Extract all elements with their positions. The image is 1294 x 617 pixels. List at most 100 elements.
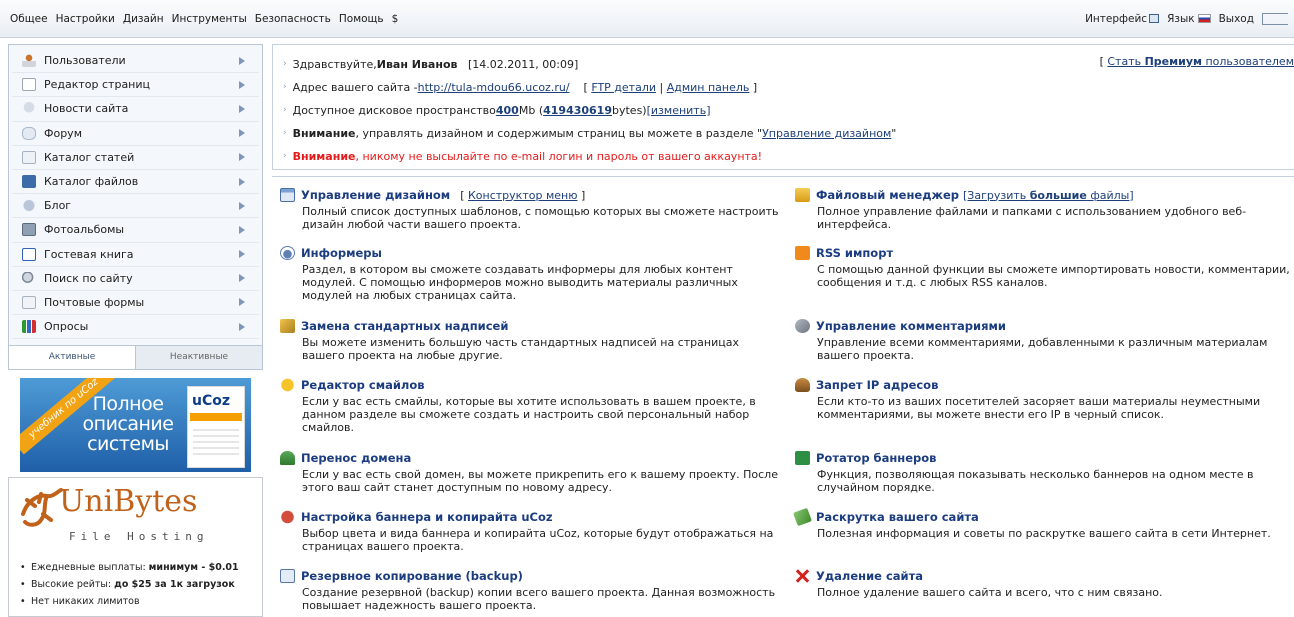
- feature-bold: до $25 за 1к загрузок: [114, 579, 235, 590]
- ip-ban-icon: [795, 378, 810, 392]
- logout-button[interactable]: Выход: [1219, 13, 1254, 25]
- comments-icon: [795, 319, 810, 333]
- menu-dollar[interactable]: $: [392, 13, 399, 25]
- menu-builder-link[interactable]: Конструктор меню: [468, 189, 577, 202]
- menu-security[interactable]: Безопасность: [255, 13, 331, 25]
- module-title-link[interactable]: Редактор смайлов: [301, 378, 425, 392]
- design-icon: [280, 188, 295, 202]
- module-extra: [ Конструктор меню ]: [460, 188, 586, 202]
- bullet-arrow-icon: ›: [283, 151, 287, 161]
- attention-design-row: › Внимание , управлять дизайном и содерж…: [283, 124, 896, 142]
- module-backup: Резервное копирование (backup) Создание …: [280, 568, 780, 612]
- file-manager-icon: [795, 188, 810, 202]
- module-description: Полное удаление вашего сайта и всего, чт…: [817, 586, 1163, 599]
- tab-active[interactable]: Активные: [9, 346, 135, 369]
- tab-inactive[interactable]: Неактивные: [135, 346, 262, 369]
- menu-general[interactable]: Общее: [10, 13, 48, 25]
- module-title-link[interactable]: Настройка баннера и копирайта uCoz: [301, 510, 553, 524]
- language-button[interactable]: Язык: [1167, 13, 1211, 25]
- change-space-link[interactable]: [изменить]: [647, 104, 711, 117]
- page-editor-icon: [22, 78, 36, 92]
- sidebar-item-news[interactable]: Новости сайта: [12, 97, 259, 122]
- module-title-link[interactable]: Информеры: [301, 246, 382, 260]
- lizard-logo-icon: [21, 488, 63, 527]
- sidebar-item-mail-forms[interactable]: Почтовые формы: [12, 291, 259, 316]
- ucoz-tutorial-banner[interactable]: учебник по uCoz Полное описание системы …: [20, 378, 251, 472]
- sidebar-item-articles[interactable]: Каталог статей: [12, 146, 259, 170]
- module-title-link[interactable]: Файловый менеджер: [816, 188, 959, 202]
- attention-label: Внимание: [292, 149, 356, 163]
- unibytes-banner[interactable]: UniBytes File Hosting Ежедневные выплаты…: [8, 477, 263, 617]
- arrow-right-icon: [239, 322, 245, 331]
- upload-large-files-link[interactable]: [Загрузить большие файлы]: [963, 189, 1134, 202]
- module-replace-text: Замена стандартных надписей Вы можете из…: [280, 318, 780, 362]
- module-title-link[interactable]: Удаление сайта: [816, 569, 923, 583]
- sidebar-item-blog[interactable]: Блог: [12, 194, 259, 219]
- module-title-link[interactable]: Управление комментариями: [816, 319, 1006, 333]
- blog-icon: [22, 199, 36, 213]
- modules-grid: Управление дизайном [ Конструктор меню ]…: [272, 176, 1294, 617]
- greeting-prefix: Здравствуйте,: [292, 57, 377, 71]
- ftp-details-link[interactable]: FTP детали: [591, 81, 656, 94]
- feature-text: Высокие рейты:: [31, 579, 115, 590]
- module-delete-site: Удаление сайта Полное удаление вашего са…: [795, 568, 1290, 599]
- module-title-link[interactable]: Резервное копирование (backup): [301, 569, 523, 583]
- greeting-row: › Здравствуйте, Иван Иванов [14.02.2011,…: [283, 55, 578, 73]
- module-title-link[interactable]: Запрет IP адресов: [816, 378, 938, 392]
- module-description: Функция, позволяющая показывать нескольк…: [817, 468, 1254, 494]
- feature-text: Ежедневные выплаты:: [31, 562, 149, 573]
- attention-text: , управлять дизайном и содержимым страни…: [355, 126, 763, 140]
- unibytes-title: UniBytes: [59, 484, 198, 519]
- bullet-arrow-icon: ›: [283, 82, 287, 92]
- admin-panel-link[interactable]: Админ панель: [667, 81, 750, 94]
- bullet-arrow-icon: ›: [283, 105, 287, 115]
- interface-button[interactable]: Интерфейс: [1085, 13, 1160, 25]
- sidebar-item-files-catalog[interactable]: Каталог файлов: [12, 170, 259, 195]
- menu-help[interactable]: Помощь: [339, 13, 384, 25]
- disk-space-bytes-unit: bytes): [612, 103, 647, 117]
- language-label: Язык: [1167, 13, 1195, 25]
- login-datetime: [14.02.2011, 00:09]: [467, 57, 579, 71]
- sidebar-item-label: Каталог файлов: [44, 175, 139, 189]
- search-icon: [22, 271, 36, 285]
- premium-link[interactable]: Стать Премиум пользователем: [1107, 55, 1294, 68]
- sidebar-item-forum[interactable]: Форум: [12, 122, 259, 146]
- sidebar-item-photo-albums[interactable]: Фотоальбомы: [12, 218, 259, 243]
- sidebar-item-guestbook[interactable]: Гостевая книга: [12, 243, 259, 267]
- sidebar-item-polls[interactable]: Опросы: [12, 315, 259, 340]
- sidebar-item-label: Фотоальбомы: [44, 223, 125, 237]
- premium-prefix: Стать: [1107, 55, 1145, 68]
- module-title-link[interactable]: Управление дизайном: [301, 188, 450, 202]
- menu-design[interactable]: Дизайн: [123, 13, 164, 25]
- arrow-right-icon: [239, 298, 245, 307]
- module-title-link[interactable]: Перенос домена: [301, 451, 411, 465]
- arrow-right-icon: [239, 201, 245, 210]
- module-title-link[interactable]: Раскрутка вашего сайта: [816, 510, 979, 524]
- arrow-right-icon: [239, 274, 245, 283]
- module-title-link[interactable]: Замена стандартных надписей: [301, 319, 508, 333]
- sidebar-item-users[interactable]: Пользователи: [12, 49, 259, 74]
- panel-toggle-icon[interactable]: [1262, 13, 1288, 25]
- menu-settings[interactable]: Настройки: [56, 13, 115, 25]
- rss-icon: [795, 246, 810, 260]
- module-title-link[interactable]: Ротатор баннеров: [816, 451, 936, 465]
- sidebar-item-page-editor[interactable]: Редактор страниц: [12, 73, 259, 98]
- disk-space-mb-unit: Mb (: [518, 103, 544, 117]
- module-description: Если у вас есть смайлы, которые вы хотит…: [302, 395, 756, 434]
- delete-icon: [795, 569, 810, 583]
- module-file-manager: Файловый менеджер [Загрузить большие фай…: [795, 187, 1290, 231]
- menu-tools[interactable]: Инструменты: [172, 13, 247, 25]
- news-icon: [22, 102, 36, 116]
- forum-icon: [22, 126, 36, 140]
- sidebar-item-label: Каталог статей: [44, 150, 135, 164]
- top-menu: Общее Настройки Дизайн Инструменты Безоп…: [10, 13, 398, 25]
- mail-form-icon: [22, 295, 36, 309]
- sidebar-item-label: Форум: [44, 126, 82, 140]
- sidebar-item-site-search[interactable]: Поиск по сайту: [12, 267, 259, 291]
- list-item: Высокие рейты: до $25 за 1к загрузок: [19, 579, 259, 591]
- module-title-link[interactable]: RSS импорт: [816, 246, 893, 260]
- top-menu-bar: Общее Настройки Дизайн Инструменты Безоп…: [0, 0, 1294, 38]
- site-url-link[interactable]: http://tula-mdou66.ucoz.ru/: [418, 81, 570, 94]
- interface-label: Интерфейс: [1085, 13, 1148, 25]
- design-management-link[interactable]: Управление дизайном: [762, 127, 891, 140]
